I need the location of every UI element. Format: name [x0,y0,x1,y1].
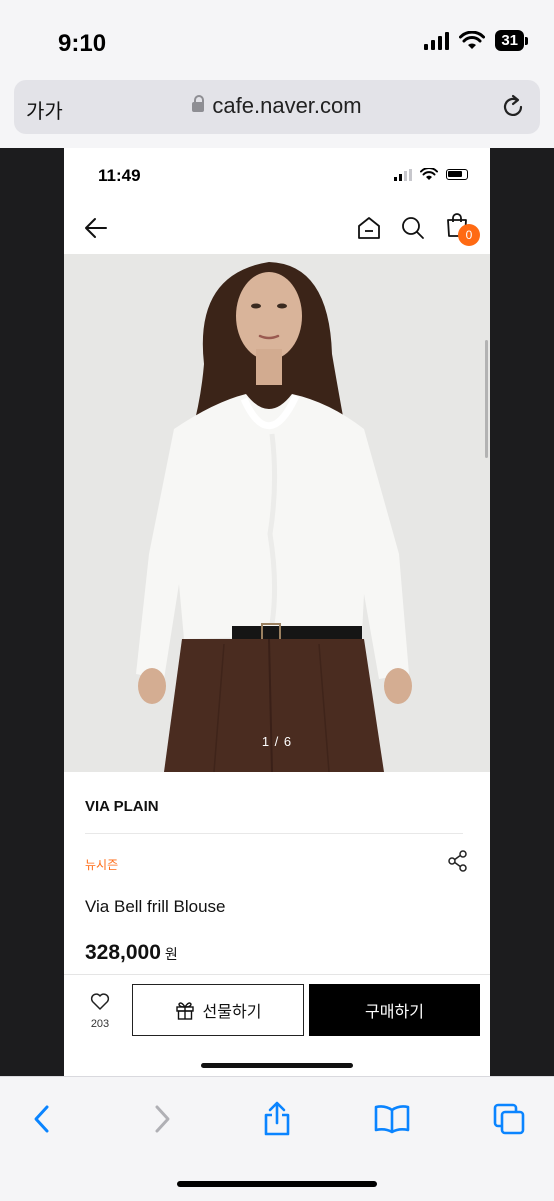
new-season-tag: 뉴시즌 [85,858,119,872]
gift-button-label: 선물하기 [202,1004,262,1021]
product-name: Via Bell frill Blouse [85,897,226,916]
lock-icon [192,95,205,112]
heart-icon [90,993,110,1010]
price-currency: 원 [164,946,178,962]
search-icon[interactable] [400,215,426,241]
price-value: 328,000 [85,941,161,964]
url-host-text: cafe.naver.com [212,93,362,118]
buy-button-label: 구매하기 [365,1004,424,1021]
battery-icon: 31 [495,30,528,51]
share-icon[interactable] [448,850,468,872]
share-sheet-icon [264,1101,290,1136]
buy-button[interactable]: 구매하기 [309,984,480,1036]
image-pager: 1 / 6 [261,734,293,749]
inner-signal-icon [394,168,412,181]
embedded-screenshot: 11:49 0 1 / 6 VIA PLAIN 뉴시즌 Via Bell fri… [64,148,490,1076]
wifi-icon [459,30,486,49]
like-count: 203 [90,1018,110,1030]
gift-button[interactable]: 선물하기 [132,984,304,1036]
bookmarks-button[interactable] [372,1099,412,1139]
divider [85,833,463,834]
os-status-bar: 9:10 31 [0,0,554,80]
like-button[interactable]: 203 [82,993,118,1030]
home-indicator [177,1181,377,1187]
app-header: 0 [64,204,490,254]
book-icon [374,1105,410,1134]
address-bar[interactable]: 가가 cafe.naver.com [14,80,540,134]
inner-battery-icon [446,169,468,180]
os-time: 9:10 [58,30,107,57]
browser-back-button[interactable] [22,1099,62,1139]
inner-status-icons [394,168,468,181]
share-button[interactable] [257,1099,297,1139]
product-price: 328,000 원 [85,941,178,965]
tabs-button[interactable] [489,1099,529,1139]
reload-icon[interactable] [500,94,526,120]
os-status-icons: 31 [424,30,528,51]
url-field[interactable]: cafe.naver.com [14,93,540,119]
brand-name[interactable]: VIA PLAIN [85,798,159,815]
purchase-bar: 203 선물하기 구매하기 [64,974,490,1076]
safari-toolbar [0,1076,554,1201]
inner-time: 11:49 [98,166,141,185]
chevron-left-icon [34,1105,49,1133]
cellular-signal-icon [424,31,450,50]
inner-home-indicator [201,1063,353,1068]
product-photo-illustration [64,254,490,772]
home-icon[interactable] [356,215,382,241]
cart-button[interactable]: 0 [444,212,480,246]
back-arrow-icon[interactable] [82,214,110,242]
chevron-right-icon [155,1105,170,1133]
gift-icon [175,1002,194,1020]
inner-status-bar: 11:49 [64,148,490,204]
scroll-indicator [485,340,488,458]
product-image[interactable]: 1 / 6 [64,254,490,772]
inner-wifi-icon [420,168,438,180]
browser-forward-button[interactable] [142,1099,182,1139]
cart-count-badge: 0 [458,224,480,246]
tabs-icon [493,1103,525,1135]
